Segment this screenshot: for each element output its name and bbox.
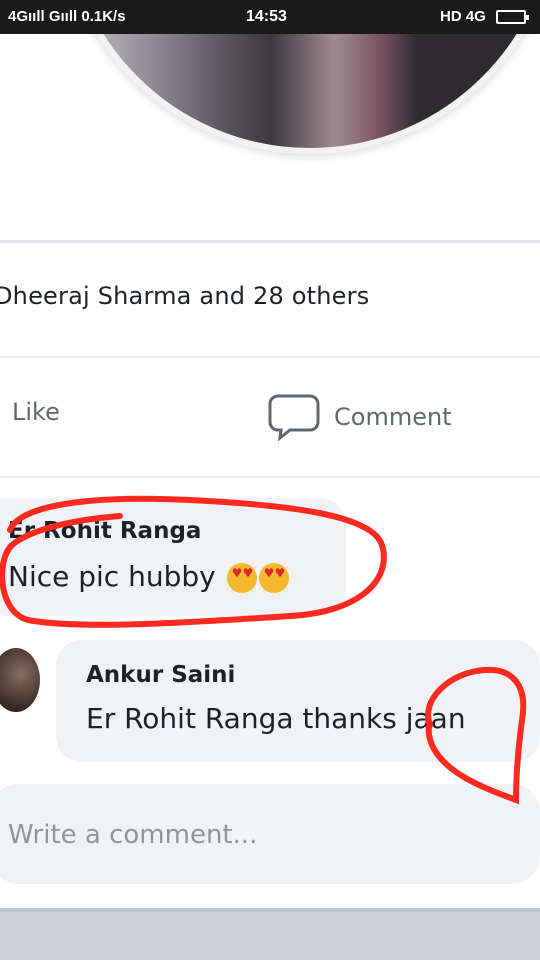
- hd-network-indicator: HD 4G: [440, 8, 486, 25]
- divider: [0, 476, 540, 478]
- status-bar: 4Gııll Gııll 0.1K/s 14:53 HD 4G: [0, 0, 540, 34]
- comment-input-placeholder: Write a comment...: [8, 820, 258, 850]
- battery-icon: [496, 10, 529, 24]
- comment-bubble[interactable]: Er Rohit Ranga Nice pic hubby: [0, 498, 346, 616]
- divider: [0, 240, 540, 243]
- heart-eyes-emoji-icon: [226, 563, 257, 593]
- comment-button[interactable]: Comment: [268, 392, 452, 442]
- bottom-bar: [0, 908, 540, 960]
- like-button[interactable]: Like: [12, 398, 60, 426]
- heart-eyes-emoji-icon: [258, 563, 289, 593]
- comment-text: Nice pic hubby: [8, 560, 289, 593]
- divider: [0, 356, 540, 358]
- comment-bubble[interactable]: Ankur Saini Er Rohit Ranga thanks jaan: [56, 640, 540, 762]
- likes-summary[interactable]: Dheeraj Sharma and 28 others: [0, 282, 369, 310]
- post-photo-area: [0, 34, 540, 240]
- comment-author[interactable]: Ankur Saini: [86, 662, 235, 688]
- comment-author[interactable]: Er Rohit Ranga: [8, 518, 201, 544]
- avatar[interactable]: [0, 648, 40, 712]
- clock: 14:53: [246, 8, 287, 25]
- comment-icon: [268, 394, 320, 442]
- comment-text: Er Rohit Ranga thanks jaan: [86, 702, 466, 735]
- comment-input[interactable]: Write a comment...: [0, 784, 540, 884]
- profile-photo[interactable]: [60, 34, 540, 154]
- comment-button-label: Comment: [334, 403, 452, 431]
- network-signal: 4Gııll Gııll 0.1K/s: [8, 8, 126, 25]
